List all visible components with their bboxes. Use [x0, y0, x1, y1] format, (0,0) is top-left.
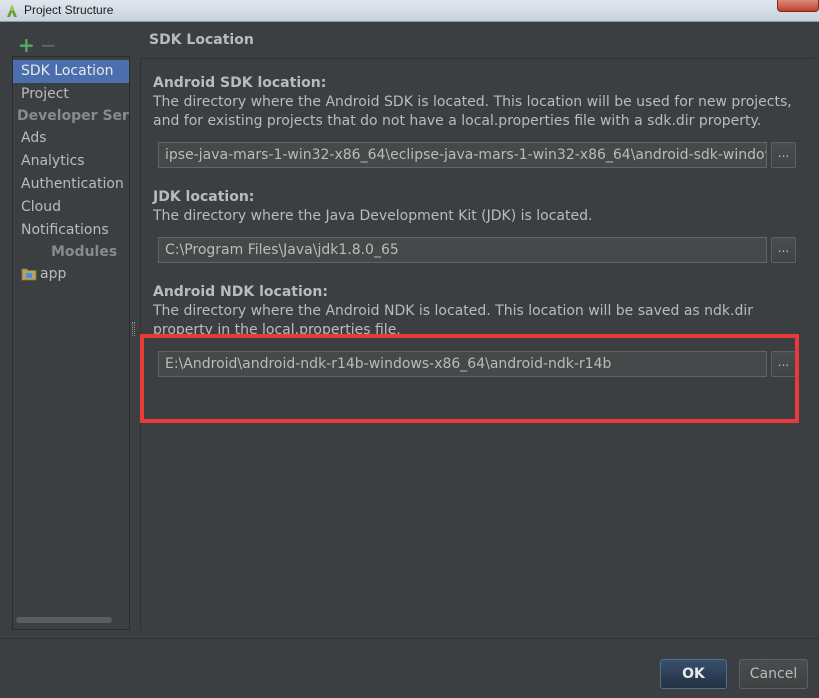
- cancel-button[interactable]: Cancel: [739, 659, 808, 689]
- sidebar-item-notifications[interactable]: Notifications: [13, 219, 129, 242]
- sidebar-item-analytics[interactable]: Analytics: [13, 150, 129, 173]
- sidebar-item-app[interactable]: app: [21, 263, 66, 286]
- jdk-browse-button[interactable]: ...: [771, 237, 796, 263]
- jdk-path-input[interactable]: C:\Program Files\Java\jdk1.8.0_65: [158, 237, 767, 263]
- sidebar-horizontal-scrollbar[interactable]: [16, 617, 112, 623]
- ok-button[interactable]: OK: [660, 659, 727, 689]
- android-sdk-heading: Android SDK location:: [153, 75, 327, 91]
- sidebar-item-project[interactable]: Project: [13, 83, 129, 106]
- sidebar: SDK Location Project Developer Servic Ad…: [12, 56, 130, 630]
- jdk-description: The directory where the Java Development…: [153, 208, 593, 224]
- android-sdk-description: The directory where the Android SDK is l…: [153, 94, 792, 129]
- plus-icon[interactable]: +: [18, 33, 35, 57]
- sidebar-item-cloud[interactable]: Cloud: [13, 196, 129, 219]
- sidebar-item-sdk-location[interactable]: SDK Location: [13, 60, 129, 83]
- sidebar-heading-modules: Modules: [51, 244, 118, 260]
- window-close-button[interactable]: [777, 0, 819, 12]
- sidebar-item-authentication[interactable]: Authentication: [13, 173, 129, 196]
- android-sdk-path-input[interactable]: ipse-java-mars-1-win32-x86_64\eclipse-ja…: [158, 142, 767, 168]
- footer-divider: [0, 638, 819, 639]
- minus-icon[interactable]: −: [40, 33, 57, 57]
- android-studio-icon: [7, 5, 17, 17]
- page-title: SDK Location: [149, 32, 254, 48]
- android-sdk-browse-button[interactable]: ...: [771, 142, 796, 168]
- android-ndk-heading: Android NDK location:: [153, 284, 328, 300]
- window-title-bar: Project Structure: [0, 0, 819, 22]
- window-title: Project Structure: [24, 3, 114, 17]
- sidebar-heading-developer-services: Developer Servic: [17, 108, 129, 124]
- highlight-annotation-box: [140, 334, 799, 423]
- module-folder-icon: [21, 268, 37, 281]
- splitter-handle[interactable]: [132, 322, 135, 336]
- jdk-heading: JDK location:: [153, 189, 255, 205]
- sidebar-item-ads[interactable]: Ads: [13, 127, 129, 150]
- sidebar-item-label: app: [40, 266, 67, 282]
